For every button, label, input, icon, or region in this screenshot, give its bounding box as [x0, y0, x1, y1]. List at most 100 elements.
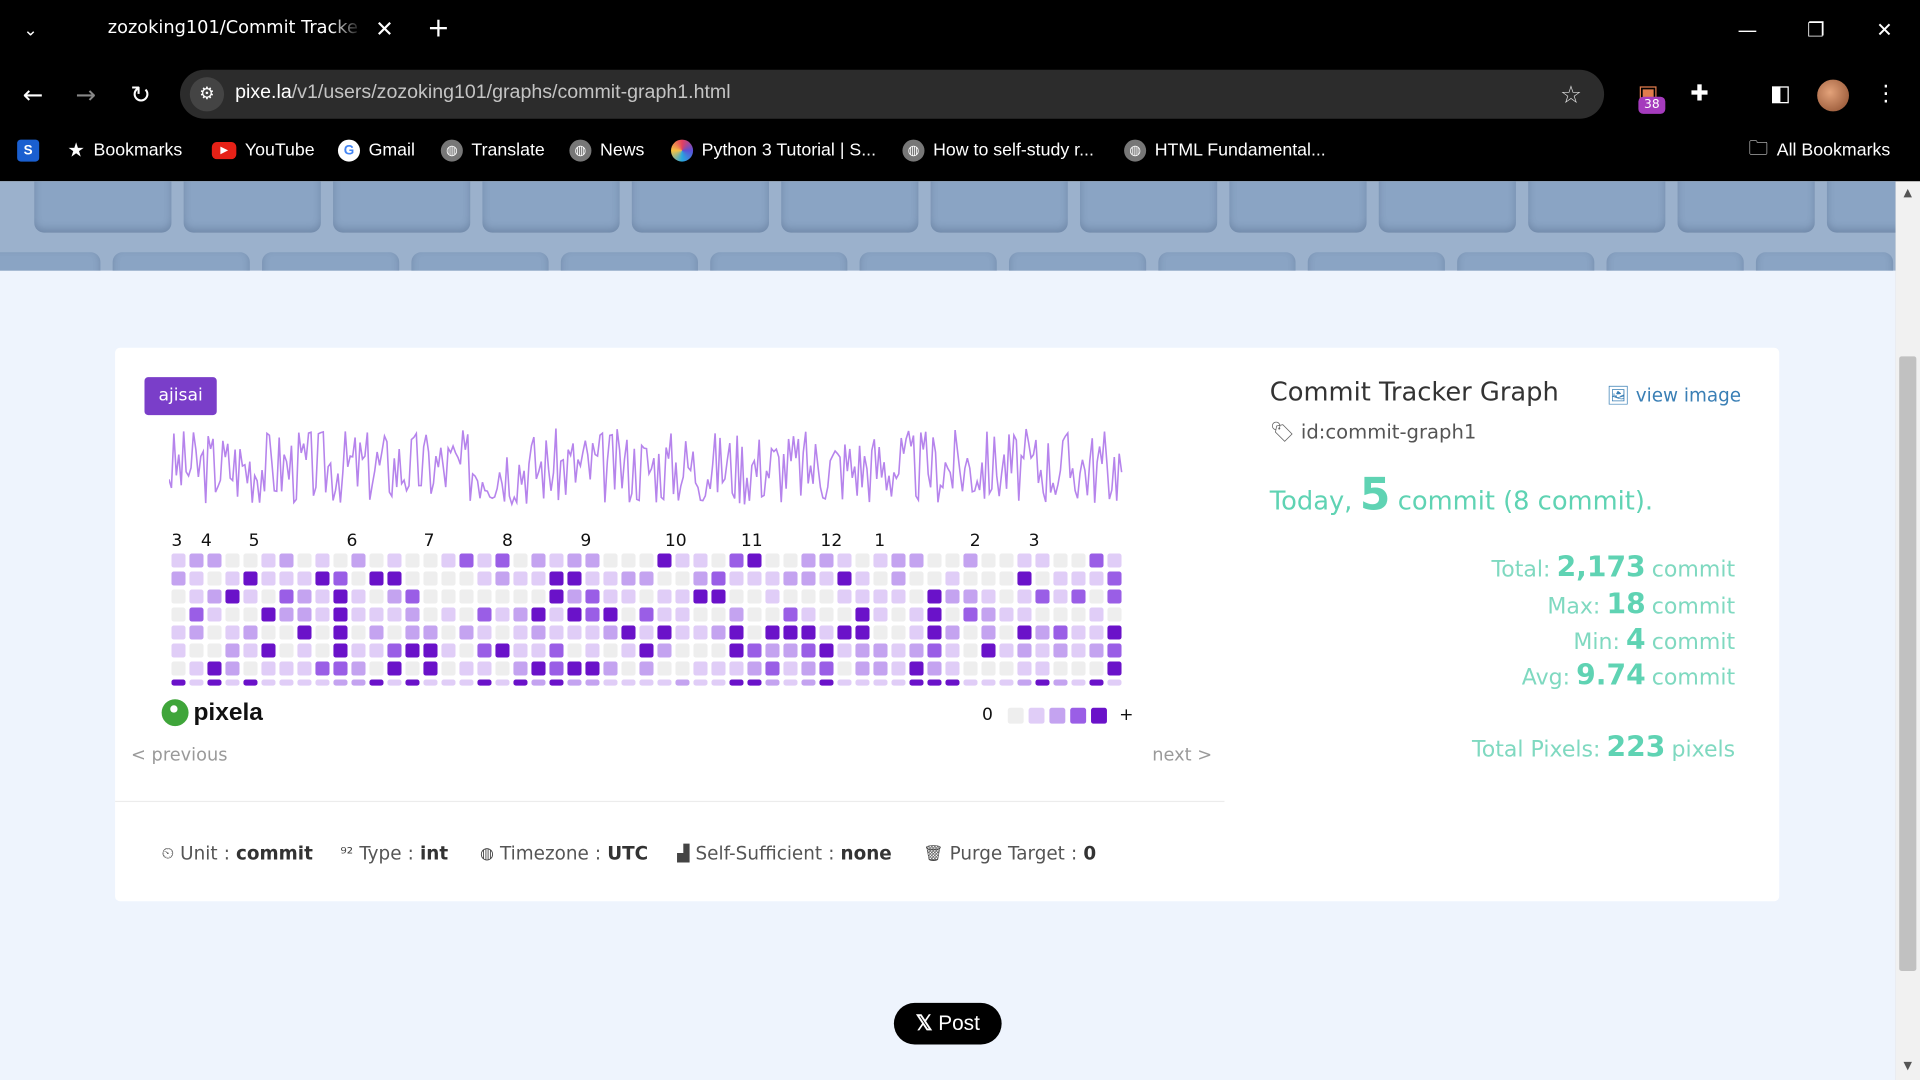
- heatmap-cell[interactable]: [675, 625, 690, 640]
- heatmap-cell[interactable]: [189, 625, 204, 640]
- heatmap-cell[interactable]: [675, 607, 690, 622]
- heatmap-cell[interactable]: [927, 553, 942, 568]
- heatmap-cell[interactable]: [351, 553, 366, 568]
- heatmap-cell[interactable]: [549, 607, 564, 622]
- heatmap-cell[interactable]: [567, 625, 582, 640]
- heatmap-cell[interactable]: [513, 607, 528, 622]
- heatmap-cell[interactable]: [747, 679, 762, 686]
- heatmap-cell[interactable]: [585, 553, 600, 568]
- back-arrow-icon[interactable]: ←: [17, 78, 49, 110]
- heatmap-cell[interactable]: [891, 589, 906, 604]
- heatmap-cell[interactable]: [585, 643, 600, 658]
- heatmap-cell[interactable]: [549, 571, 564, 586]
- heatmap-cell[interactable]: [369, 625, 384, 640]
- heatmap-cell[interactable]: [693, 607, 708, 622]
- heatmap-cell[interactable]: [837, 607, 852, 622]
- heatmap-cell[interactable]: [981, 661, 996, 676]
- heatmap-cell[interactable]: [477, 607, 492, 622]
- heatmap-cell[interactable]: [549, 553, 564, 568]
- heatmap-cell[interactable]: [387, 625, 402, 640]
- x-post-button[interactable]: 𝕏 Post: [893, 1002, 1002, 1045]
- heatmap-cell[interactable]: [765, 607, 780, 622]
- heatmap-cell[interactable]: [729, 625, 744, 640]
- heatmap-cell[interactable]: [729, 607, 744, 622]
- heatmap-cell[interactable]: [675, 571, 690, 586]
- heatmap-cell[interactable]: [621, 607, 636, 622]
- bookmark-item-gmail[interactable]: G Gmail: [337, 136, 415, 165]
- heatmap-cell[interactable]: [675, 553, 690, 568]
- heatmap-cell[interactable]: [1035, 607, 1050, 622]
- heatmap-cell[interactable]: [171, 571, 186, 586]
- heatmap-cell[interactable]: [765, 661, 780, 676]
- heatmap-cell[interactable]: [171, 553, 186, 568]
- tab-close-icon[interactable]: ✕: [371, 15, 398, 47]
- heatmap-cell[interactable]: [171, 625, 186, 640]
- heatmap-cell[interactable]: [405, 661, 420, 676]
- bookmark-item-bookmarks[interactable]: ★ Bookmarks: [67, 136, 182, 165]
- heatmap-cell[interactable]: [207, 607, 222, 622]
- scroll-down-arrow-icon[interactable]: ▼: [1900, 1060, 1915, 1072]
- heatmap-cell[interactable]: [567, 643, 582, 658]
- side-panel-icon[interactable]: ◧: [1763, 77, 1797, 111]
- heatmap-cell[interactable]: [1017, 571, 1032, 586]
- heatmap-cell[interactable]: [1107, 607, 1122, 622]
- heatmap-cell[interactable]: [963, 625, 978, 640]
- heatmap-cell[interactable]: [567, 589, 582, 604]
- heatmap-cell[interactable]: [423, 625, 438, 640]
- heatmap-cell[interactable]: [549, 679, 564, 686]
- heatmap-cell[interactable]: [513, 571, 528, 586]
- heatmap-cell[interactable]: [981, 643, 996, 658]
- heatmap-cell[interactable]: [729, 571, 744, 586]
- heatmap-cell[interactable]: [855, 607, 870, 622]
- heatmap-cell[interactable]: [279, 643, 294, 658]
- heatmap-cell[interactable]: [1089, 625, 1104, 640]
- heatmap-cell[interactable]: [423, 553, 438, 568]
- heatmap-cell[interactable]: [693, 679, 708, 686]
- heatmap-cell[interactable]: [891, 625, 906, 640]
- heatmap-cell[interactable]: [837, 589, 852, 604]
- heatmap-cell[interactable]: [639, 625, 654, 640]
- heatmap-cell[interactable]: [225, 625, 240, 640]
- heatmap-cell[interactable]: [603, 661, 618, 676]
- heatmap-cell[interactable]: [819, 571, 834, 586]
- view-image-link[interactable]: 🖼 view image: [1607, 384, 1742, 406]
- heatmap-cell[interactable]: [351, 661, 366, 676]
- heatmap-cell[interactable]: [603, 589, 618, 604]
- site-info-icon[interactable]: ⚙: [189, 77, 225, 112]
- heatmap-cell[interactable]: [369, 679, 384, 686]
- heatmap-cell[interactable]: [189, 607, 204, 622]
- heatmap-cell[interactable]: [1089, 571, 1104, 586]
- heatmap-cell[interactable]: [621, 553, 636, 568]
- heatmap-cell[interactable]: [297, 607, 312, 622]
- heatmap-cell[interactable]: [369, 661, 384, 676]
- url-text[interactable]: pixe.la/v1/users/zozoking101/graphs/comm…: [235, 82, 730, 104]
- heatmap-cell[interactable]: [693, 643, 708, 658]
- heatmap-cell[interactable]: [945, 589, 960, 604]
- heatmap-cell[interactable]: [585, 571, 600, 586]
- heatmap-cell[interactable]: [423, 571, 438, 586]
- heatmap-cell[interactable]: [207, 661, 222, 676]
- heatmap-cell[interactable]: [171, 607, 186, 622]
- heatmap-cell[interactable]: [693, 589, 708, 604]
- heatmap-cell[interactable]: [333, 643, 348, 658]
- heatmap-cell[interactable]: [819, 607, 834, 622]
- heatmap-cell[interactable]: [495, 643, 510, 658]
- heatmap-cell[interactable]: [351, 589, 366, 604]
- heatmap-cell[interactable]: [873, 553, 888, 568]
- heatmap-cell[interactable]: [675, 643, 690, 658]
- restore-icon[interactable]: ❐: [1798, 15, 1835, 47]
- heatmap-cell[interactable]: [279, 607, 294, 622]
- heatmap-cell[interactable]: [945, 571, 960, 586]
- heatmap-cell[interactable]: [801, 643, 816, 658]
- heatmap-cell[interactable]: [927, 661, 942, 676]
- heatmap-cell[interactable]: [279, 589, 294, 604]
- heatmap-cell[interactable]: [747, 589, 762, 604]
- heatmap-cell[interactable]: [333, 553, 348, 568]
- heatmap-cell[interactable]: [279, 571, 294, 586]
- heatmap-cell[interactable]: [333, 571, 348, 586]
- heatmap-cell[interactable]: [189, 553, 204, 568]
- heatmap-cell[interactable]: [1017, 661, 1032, 676]
- heatmap-cell[interactable]: [945, 643, 960, 658]
- heatmap-cell[interactable]: [369, 643, 384, 658]
- heatmap-cell[interactable]: [999, 661, 1014, 676]
